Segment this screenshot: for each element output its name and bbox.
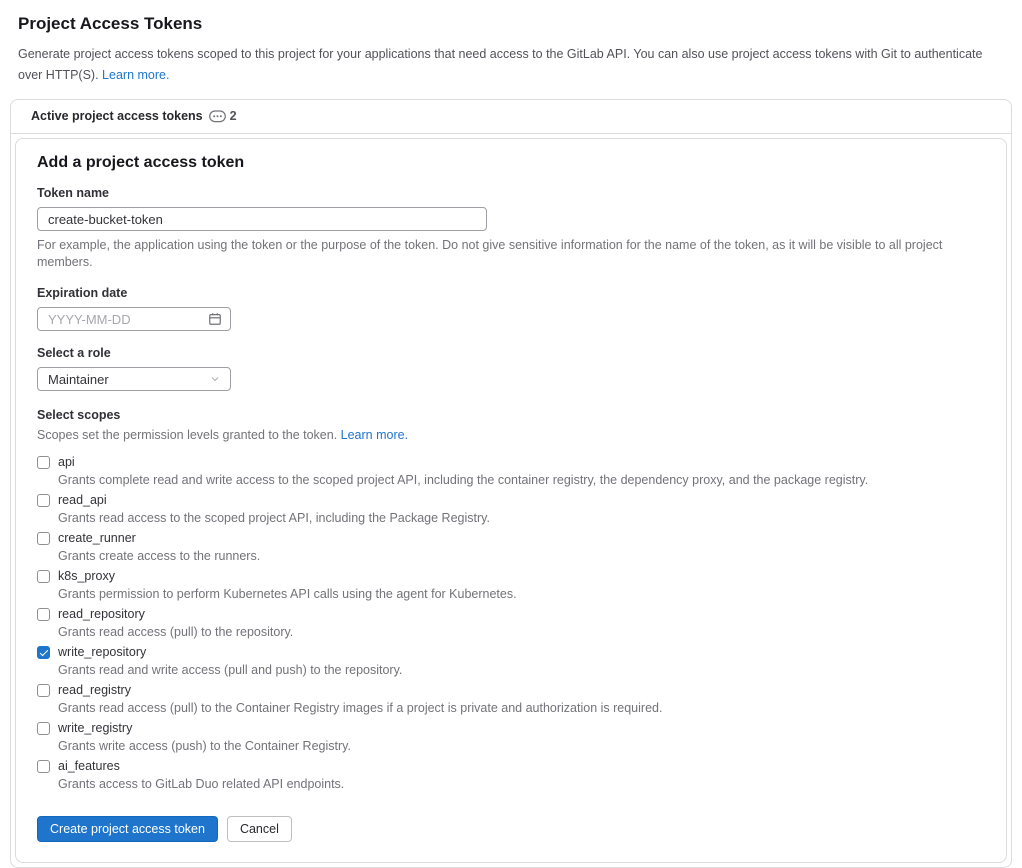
scope-item: create_runner Grants create access to th… <box>37 531 985 564</box>
scope-description: Grants access to GitLab Duo related API … <box>58 777 344 792</box>
scope-text: create_runner Grants create access to th… <box>58 531 260 564</box>
scope-item: ai_features Grants access to GitLab Duo … <box>37 759 985 792</box>
project-access-tokens-page: Project Access Tokens Generate project a… <box>0 0 1022 868</box>
scopes-list: api Grants complete read and write acces… <box>37 455 985 792</box>
create-token-button[interactable]: Create project access token <box>37 816 218 842</box>
scope-description: Grants complete read and write access to… <box>58 473 868 488</box>
learn-more-link[interactable]: Learn more. <box>102 68 169 82</box>
scope-name: write_repository <box>58 645 402 660</box>
scope-checkbox[interactable] <box>37 760 50 773</box>
scope-description: Grants read access to the scoped project… <box>58 511 490 526</box>
scope-description: Grants read access (pull) to the reposit… <box>58 625 293 640</box>
scope-name: ai_features <box>58 759 344 774</box>
scopes-help-text: Scopes set the permission levels granted… <box>37 428 337 442</box>
cancel-button[interactable]: Cancel <box>227 816 292 842</box>
active-tokens-panel: Active project access tokens 2 Add a pro… <box>10 99 1012 868</box>
scope-name: write_registry <box>58 721 351 736</box>
chevron-down-icon <box>209 373 221 385</box>
add-token-card: Add a project access token Token name Fo… <box>15 138 1007 863</box>
scope-name: create_runner <box>58 531 260 546</box>
scope-checkbox[interactable] <box>37 684 50 697</box>
scope-name: k8s_proxy <box>58 569 517 584</box>
expiration-date-label: Expiration date <box>37 286 985 300</box>
scope-item: write_repository Grants read and write a… <box>37 645 985 678</box>
scope-text: api Grants complete read and write acces… <box>58 455 868 488</box>
page-description: Generate project access tokens scoped to… <box>18 44 1002 86</box>
scope-description: Grants create access to the runners. <box>58 549 260 564</box>
token-name-input[interactable] <box>37 207 487 231</box>
scope-name: read_registry <box>58 683 662 698</box>
role-selected-value: Maintainer <box>48 372 109 387</box>
scopes-help: Scopes set the permission levels granted… <box>37 427 985 444</box>
scope-text: read_repository Grants read access (pull… <box>58 607 293 640</box>
scopes-learn-more-link[interactable]: Learn more. <box>341 428 408 442</box>
scope-item: k8s_proxy Grants permission to perform K… <box>37 569 985 602</box>
expiration-date-field <box>37 307 231 331</box>
scope-description: Grants read access (pull) to the Contain… <box>58 701 662 716</box>
scope-item: read_registry Grants read access (pull) … <box>37 683 985 716</box>
expiration-date-input[interactable] <box>37 307 231 331</box>
scope-checkbox[interactable] <box>37 456 50 469</box>
scope-text: write_repository Grants read and write a… <box>58 645 402 678</box>
role-label: Select a role <box>37 346 985 360</box>
active-tokens-title: Active project access tokens <box>31 109 203 123</box>
active-tokens-header: Active project access tokens 2 <box>11 100 1011 134</box>
form-actions: Create project access token Cancel <box>37 816 985 842</box>
scope-text: ai_features Grants access to GitLab Duo … <box>58 759 344 792</box>
scope-checkbox[interactable] <box>37 494 50 507</box>
scope-name: read_api <box>58 493 490 508</box>
scope-checkbox[interactable] <box>37 570 50 583</box>
role-select[interactable]: Maintainer <box>37 367 231 391</box>
scope-item: write_registry Grants write access (push… <box>37 721 985 754</box>
scope-checkbox[interactable] <box>37 532 50 545</box>
scope-text: read_api Grants read access to the scope… <box>58 493 490 526</box>
scope-item: api Grants complete read and write acces… <box>37 455 985 488</box>
scope-name: api <box>58 455 868 470</box>
token-count: 2 <box>230 109 237 123</box>
token-count-badge: 2 <box>209 109 237 123</box>
scope-text: k8s_proxy Grants permission to perform K… <box>58 569 517 602</box>
scope-checkbox[interactable] <box>37 722 50 735</box>
scope-item: read_repository Grants read access (pull… <box>37 607 985 640</box>
scope-name: read_repository <box>58 607 293 622</box>
scope-description: Grants read and write access (pull and p… <box>58 663 402 678</box>
token-name-help: For example, the application using the t… <box>37 237 985 271</box>
ellipsis-pill-icon <box>209 110 226 123</box>
scope-checkbox[interactable] <box>37 608 50 621</box>
scope-description: Grants write access (push) to the Contai… <box>58 739 351 754</box>
page-title: Project Access Tokens <box>18 14 1004 34</box>
scope-text: write_registry Grants write access (push… <box>58 721 351 754</box>
scopes-label: Select scopes <box>37 408 985 422</box>
panel-body: Add a project access token Token name Fo… <box>11 134 1011 867</box>
scope-description: Grants permission to perform Kubernetes … <box>58 587 517 602</box>
scope-item: read_api Grants read access to the scope… <box>37 493 985 526</box>
scope-text: read_registry Grants read access (pull) … <box>58 683 662 716</box>
form-heading: Add a project access token <box>37 154 985 172</box>
token-name-label: Token name <box>37 186 985 200</box>
scope-checkbox[interactable] <box>37 646 50 659</box>
